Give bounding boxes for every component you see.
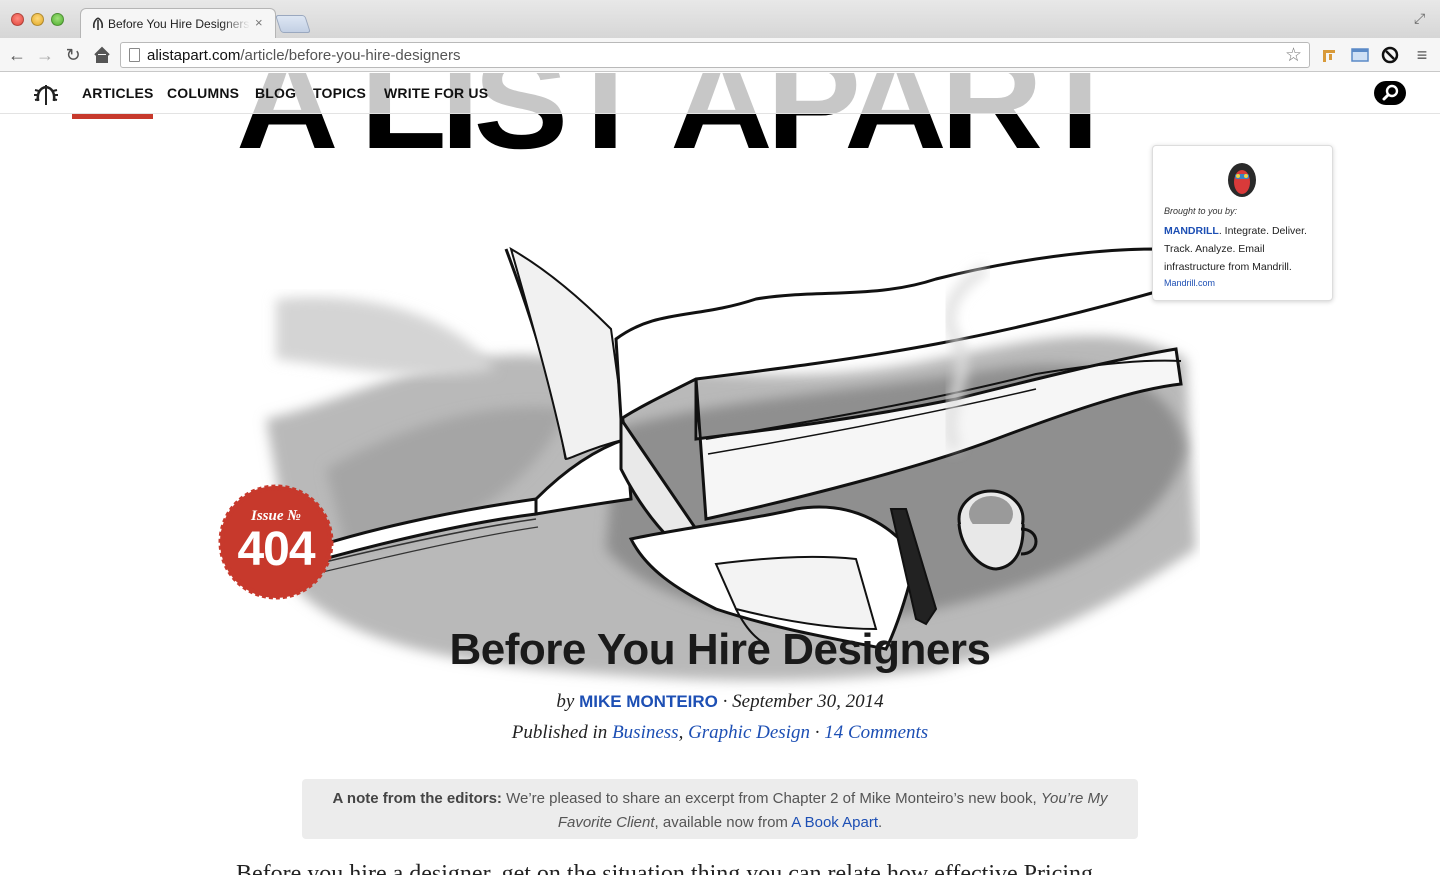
ala-favicon-icon	[92, 17, 104, 30]
sync-extension-icon[interactable]	[1380, 45, 1400, 65]
ala-laurel-logo-icon[interactable]	[32, 81, 60, 107]
reload-icon[interactable]: ↻	[62, 44, 84, 66]
mandrill-logo-icon	[1228, 163, 1256, 197]
home-icon[interactable]	[91, 44, 113, 66]
url-text[interactable]: alistapart.com/article/before-you-hire-d…	[147, 47, 460, 64]
issue-badge[interactable]: Issue № 404	[218, 484, 334, 600]
sponsor-text: MANDRILL. Integrate. Deliver. Track. Ana…	[1164, 225, 1307, 273]
nav-blog[interactable]: BLOG	[255, 85, 296, 101]
site-navigation: ARTICLES COLUMNS BLOG TOPICS WRITE FOR U…	[0, 73, 1440, 114]
page-icon	[129, 48, 140, 62]
close-window-button[interactable]	[11, 13, 24, 26]
tab-close-icon[interactable]: ×	[255, 15, 263, 30]
browser-tab[interactable]: Before You Hire Designers ×	[80, 8, 276, 38]
window-extension-icon[interactable]	[1350, 45, 1370, 65]
tab-title: Before You Hire Designers	[108, 17, 250, 31]
address-bar[interactable]: alistapart.com/article/before-you-hire-d…	[120, 42, 1310, 68]
nav-active-indicator	[72, 114, 153, 119]
menu-icon[interactable]: ≡	[1411, 44, 1433, 66]
editors-note: A note from the editors: We’re pleased t…	[302, 779, 1138, 839]
comments-link[interactable]: 14 Comments	[824, 722, 928, 743]
search-button[interactable]	[1374, 81, 1406, 105]
page-viewport: A LIST APART ARTICLES COLUMNS BLOG TOPIC…	[0, 73, 1440, 875]
article-body-start: Before you hire a designer, get on the s…	[236, 861, 1093, 875]
sponsor-url-link[interactable]: Mandrill.com	[1164, 278, 1215, 288]
bookmark-star-icon[interactable]: ☆	[1285, 44, 1302, 67]
sponsor-label: Brought to you by:	[1164, 206, 1238, 216]
search-icon	[1382, 84, 1399, 101]
new-tab-button[interactable]	[275, 15, 311, 33]
nav-columns[interactable]: COLUMNS	[167, 85, 239, 101]
topic-business-link[interactable]: Business	[612, 722, 679, 743]
hero-illustration	[263, 246, 1196, 681]
a-book-apart-link[interactable]: A Book Apart	[791, 814, 878, 831]
browser-tab-strip: Before You Hire Designers × ⤢	[0, 0, 1440, 38]
article-title: Before You Hire Designers	[449, 625, 991, 674]
published-in: Published in Business, Graphic Design · …	[511, 722, 929, 743]
sponsor-card[interactable]: Brought to you by: MANDRILL. Integrate. …	[1152, 145, 1333, 301]
fullscreen-icon[interactable]: ⤢	[1414, 10, 1425, 27]
issue-number: 404	[237, 523, 315, 576]
nav-articles[interactable]: ARTICLES	[82, 85, 154, 101]
nav-write-for-us[interactable]: WRITE FOR US	[384, 85, 488, 101]
nav-topics[interactable]: TOPICS	[313, 85, 366, 101]
sponsor-brand-link[interactable]: MANDRILL	[1164, 225, 1219, 237]
browser-toolbar: ← → ↻ alistapart.com/article/before-you-…	[0, 38, 1440, 72]
minimize-window-button[interactable]	[31, 13, 44, 26]
forward-icon[interactable]: →	[34, 44, 56, 66]
zoom-window-button[interactable]	[51, 13, 64, 26]
topic-graphic-design-link[interactable]: Graphic Design	[688, 722, 810, 743]
back-icon[interactable]: ←	[6, 44, 28, 66]
bookmarklet-icon[interactable]	[1320, 45, 1340, 65]
